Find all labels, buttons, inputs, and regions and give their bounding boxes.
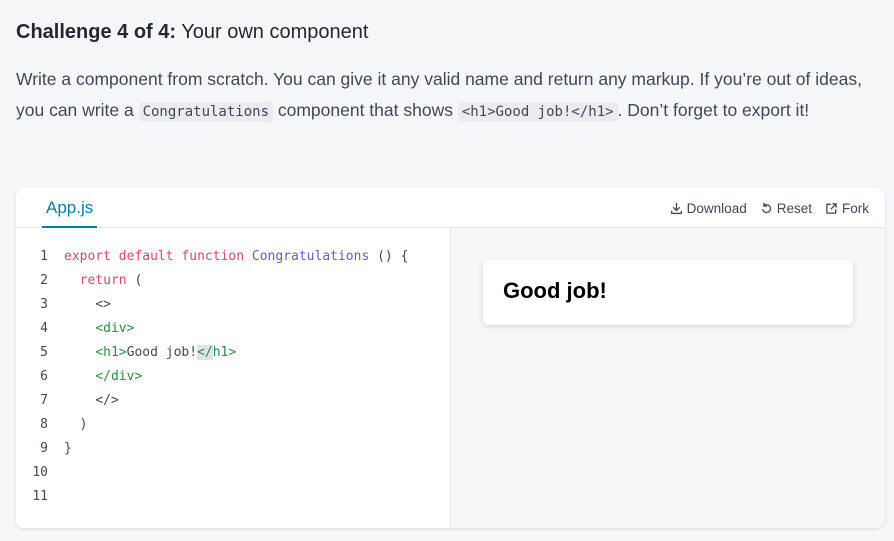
- line-number: 2: [40, 273, 48, 288]
- challenge-counter: Challenge 4 of 4:: [16, 21, 177, 43]
- fork-icon: [826, 202, 837, 214]
- code-sandbox: App.js Download Reset Fork 1 export defa…: [16, 188, 885, 528]
- preview-pane: Good job!: [451, 228, 885, 528]
- download-label: Download: [686, 200, 747, 216]
- text-token: Good job!: [126, 345, 198, 360]
- line-content: [48, 485, 64, 509]
- keyword-token: function: [181, 249, 245, 264]
- line-content: ): [48, 413, 88, 437]
- line-content: export default function Congratulations …: [48, 245, 408, 269]
- challenge-heading: Challenge 4 of 4: Your own component: [16, 19, 368, 45]
- fork-button[interactable]: Fork: [825, 201, 869, 216]
- code-line: 2 return (: [16, 269, 450, 293]
- fork-label: Fork: [842, 200, 869, 216]
- punctuation-token: ): [79, 417, 88, 432]
- punctuation-token: }: [64, 441, 72, 456]
- tag-token: <h1>: [95, 345, 127, 360]
- inline-code-markup: <h1>Good job!</h1>: [457, 102, 618, 122]
- code-lines: 1 export default function Congratulations…: [16, 245, 450, 509]
- line-content: </>: [48, 389, 119, 413]
- inline-code-component-name: Congratulations: [138, 102, 273, 122]
- line-number: 7: [40, 393, 48, 408]
- fragment-token: </>: [95, 393, 119, 408]
- line-number: 5: [40, 345, 48, 360]
- challenge-title: Your own component: [181, 21, 369, 43]
- code-line: 5 <h1>Good job!</h1>: [16, 341, 450, 365]
- line-number: 8: [40, 417, 48, 432]
- code-line: 9}: [16, 437, 450, 461]
- description-text: component that shows: [273, 100, 458, 120]
- line-content: [48, 461, 64, 485]
- fragment-token: <>: [95, 297, 111, 312]
- keyword-token: return: [79, 273, 127, 288]
- code-line: 6 </div>: [16, 365, 450, 389]
- keyword-token: export: [64, 249, 111, 264]
- line-content: return (: [48, 269, 143, 293]
- code-line: 4 <div>: [16, 317, 450, 341]
- reset-button[interactable]: Reset: [760, 201, 812, 216]
- line-content: <>: [48, 293, 111, 317]
- code-line: 8 ): [16, 413, 450, 437]
- line-content: </div>: [48, 365, 142, 389]
- description-text: . Don’t forget to export it!: [617, 100, 810, 120]
- preview-heading: Good job!: [503, 278, 607, 303]
- preview-card: Good job!: [483, 260, 853, 325]
- challenge-description: Write a component from scratch. You can …: [16, 64, 878, 128]
- sandbox-actions: Download Reset Fork: [670, 188, 869, 228]
- code-line: 7 </>: [16, 389, 450, 413]
- code-line: 10: [16, 461, 450, 485]
- line-content: <div>: [48, 317, 134, 341]
- tag-token: </div>: [95, 369, 143, 384]
- line-number: 3: [40, 297, 48, 312]
- code-editor[interactable]: 1 export default function Congratulations…: [16, 228, 451, 528]
- download-icon: [670, 202, 682, 214]
- function-name-token: Congratulations: [251, 249, 370, 264]
- line-number: 9: [40, 441, 48, 456]
- code-line: 1 export default function Congratulations…: [16, 245, 450, 269]
- sandbox-header: App.js Download Reset Fork: [16, 188, 885, 228]
- line-number: 11: [32, 489, 48, 504]
- line-number: 1: [40, 249, 48, 264]
- download-button[interactable]: Download: [670, 201, 747, 216]
- line-content: <h1>Good job!</h1>: [48, 341, 236, 365]
- keyword-token: default: [118, 249, 174, 264]
- line-number: 4: [40, 321, 48, 336]
- tag-token: h1>: [212, 345, 237, 360]
- tab-app-js[interactable]: App.js: [42, 188, 98, 228]
- reset-icon: [761, 202, 771, 213]
- punctuation-token: () {: [369, 249, 409, 264]
- code-line: 3 <>: [16, 293, 450, 317]
- tag-token-selected: </: [197, 345, 213, 360]
- punctuation-token: (: [126, 273, 143, 288]
- tag-token: <div>: [95, 321, 135, 336]
- line-number: 6: [40, 369, 48, 384]
- reset-label: Reset: [776, 200, 812, 216]
- line-number: 10: [32, 465, 48, 480]
- code-line: 11: [16, 485, 450, 509]
- line-content: }: [48, 437, 72, 461]
